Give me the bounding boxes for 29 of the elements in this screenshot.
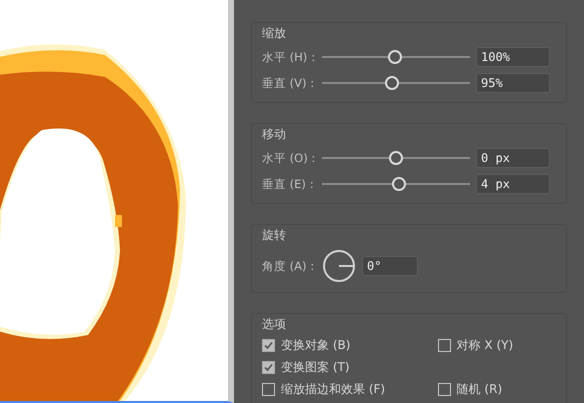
group-title: 旋转 — [262, 227, 286, 244]
option-checkbox[interactable]: 对称 X (Y) — [438, 337, 556, 354]
field-label: 垂直 (V)： — [262, 76, 320, 90]
option-checkbox[interactable]: 变换图案 (T) — [262, 359, 438, 376]
checkbox-icon[interactable] — [438, 339, 451, 352]
input-field[interactable]: 4 px — [476, 174, 550, 194]
group-title: 选项 — [262, 316, 286, 333]
checkbox-icon[interactable] — [262, 361, 275, 374]
input-field[interactable]: 100% — [476, 47, 550, 67]
group-title: 移动 — [262, 126, 286, 143]
option-checkbox[interactable]: 变换对象 (B) — [262, 337, 438, 354]
checkbox-icon[interactable] — [262, 339, 275, 352]
slider-thumb[interactable] — [389, 151, 403, 165]
field-label: 水平 (H)： — [262, 50, 320, 64]
slider-thumb[interactable] — [388, 50, 402, 64]
input-field[interactable]: 0° — [362, 256, 418, 276]
field-label: 垂直 (E)： — [262, 176, 319, 192]
checkbox-icon[interactable] — [438, 383, 451, 396]
angle-dial-icon[interactable] — [322, 249, 356, 283]
group-title: 缩放 — [262, 25, 286, 42]
slider-thumb[interactable] — [384, 76, 399, 90]
checkbox-icon[interactable] — [262, 383, 275, 396]
field-label: 角度 (A)： — [262, 258, 320, 274]
option-checkbox[interactable]: 缩放描边和效果 (F) — [262, 381, 438, 398]
slider-thumb[interactable] — [392, 177, 406, 191]
input-field[interactable]: 95% — [476, 73, 550, 93]
input-field[interactable]: 0 px — [476, 148, 550, 168]
option-checkbox[interactable]: 随机 (R) — [438, 381, 556, 398]
field-label: 水平 (O)： — [262, 150, 321, 166]
